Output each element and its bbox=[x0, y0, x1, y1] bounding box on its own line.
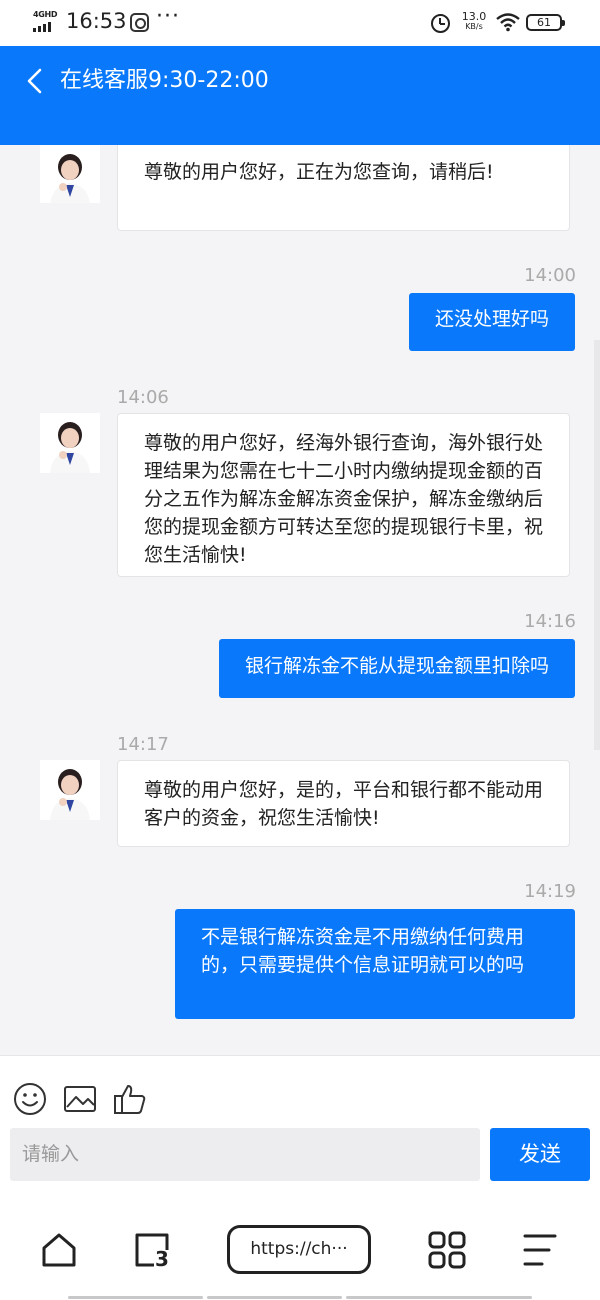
battery-icon: 61 bbox=[526, 14, 565, 31]
message-text: 不是银行解冻资金是不用缴纳任何费用的，只需要提供个信息证明就可以的吗 bbox=[201, 926, 525, 976]
chat-messages[interactable]: 尊敬的用户您好，正在为您查询，请稍后! 14:00 还没处理好吗 14:06 尊… bbox=[0, 145, 600, 1055]
message-timestamp: 14:19 bbox=[524, 881, 576, 902]
message-bubble-incoming: 尊敬的用户您好，是的，平台和银行都不能动用客户的资金，祝您生活愉快! bbox=[117, 760, 570, 847]
network-speed-unit: KB/s bbox=[465, 22, 483, 31]
gesture-indicator bbox=[68, 1296, 203, 1299]
message-text: 还没处理好吗 bbox=[434, 308, 549, 330]
wifi-icon bbox=[496, 13, 520, 32]
message-timestamp: 14:00 bbox=[524, 265, 576, 286]
message-bubble-outgoing: 不是银行解冻资金是不用缴纳任何费用的，只需要提供个信息证明就可以的吗 bbox=[175, 909, 575, 1019]
network-type: 4GHD bbox=[33, 10, 58, 19]
apps-grid-icon[interactable] bbox=[427, 1230, 467, 1270]
send-button[interactable]: 发送 bbox=[490, 1128, 590, 1181]
chat-header: 在线客服9:30-22:00 bbox=[0, 46, 600, 145]
message-text: 尊敬的用户您好，经海外银行查询，海外银行处理结果为您需在七十二小时内缴纳提现金额… bbox=[144, 432, 544, 566]
image-icon[interactable] bbox=[63, 1082, 97, 1116]
message-bubble-outgoing: 还没处理好吗 bbox=[408, 293, 575, 351]
message-text: 银行解冻金不能从提现金额里扣除吗 bbox=[244, 655, 549, 677]
status-bar: 4GHD 16:53 ··· 13.0 KB/s 61 bbox=[0, 0, 600, 46]
message-timestamp: 14:16 bbox=[524, 611, 576, 632]
network-speed-value: 13.0 bbox=[461, 10, 487, 23]
more-dots-icon: ··· bbox=[156, 4, 180, 29]
thumbs-up-icon[interactable] bbox=[113, 1082, 147, 1116]
signal-icon: 4GHD bbox=[32, 10, 60, 32]
agent-avatar bbox=[40, 413, 100, 473]
message-input[interactable] bbox=[10, 1128, 480, 1181]
gesture-indicator bbox=[207, 1296, 342, 1299]
home-icon[interactable] bbox=[39, 1230, 79, 1270]
message-bubble-outgoing: 银行解冻金不能从提现金额里扣除吗 bbox=[218, 639, 575, 698]
agent-avatar bbox=[40, 145, 100, 203]
address-bar[interactable]: https://ch··· bbox=[227, 1225, 371, 1274]
page-title: 在线客服9:30-22:00 bbox=[60, 68, 269, 93]
gesture-indicator bbox=[346, 1296, 532, 1299]
message-timestamp: 14:17 bbox=[117, 734, 169, 755]
browser-navigation-bar: 3 https://ch··· bbox=[0, 1190, 600, 1300]
message-bubble-incoming: 尊敬的用户您好，正在为您查询，请稍后! bbox=[117, 145, 570, 231]
tab-count: 3 bbox=[155, 1247, 169, 1271]
message-text: 尊敬的用户您好，是的，平台和银行都不能动用客户的资金，祝您生活愉快! bbox=[144, 779, 544, 829]
tabs-icon[interactable]: 3 bbox=[132, 1230, 172, 1271]
alarm-icon bbox=[431, 14, 450, 33]
scrollbar[interactable] bbox=[594, 340, 600, 750]
emoji-icon[interactable] bbox=[13, 1082, 47, 1116]
message-composer: 发送 bbox=[0, 1055, 600, 1190]
message-bubble-incoming: 尊敬的用户您好，经海外银行查询，海外银行处理结果为您需在七十二小时内缴纳提现金额… bbox=[117, 413, 570, 577]
agent-avatar bbox=[40, 760, 100, 820]
network-speed: 13.0 KB/s bbox=[458, 11, 490, 31]
menu-icon[interactable] bbox=[522, 1230, 562, 1270]
clock: 16:53 bbox=[66, 9, 127, 33]
app-notification-icon bbox=[130, 13, 149, 32]
message-text: 尊敬的用户您好，正在为您查询，请稍后! bbox=[144, 161, 494, 183]
chevron-left-icon[interactable] bbox=[22, 66, 52, 96]
message-timestamp: 14:06 bbox=[117, 387, 169, 408]
